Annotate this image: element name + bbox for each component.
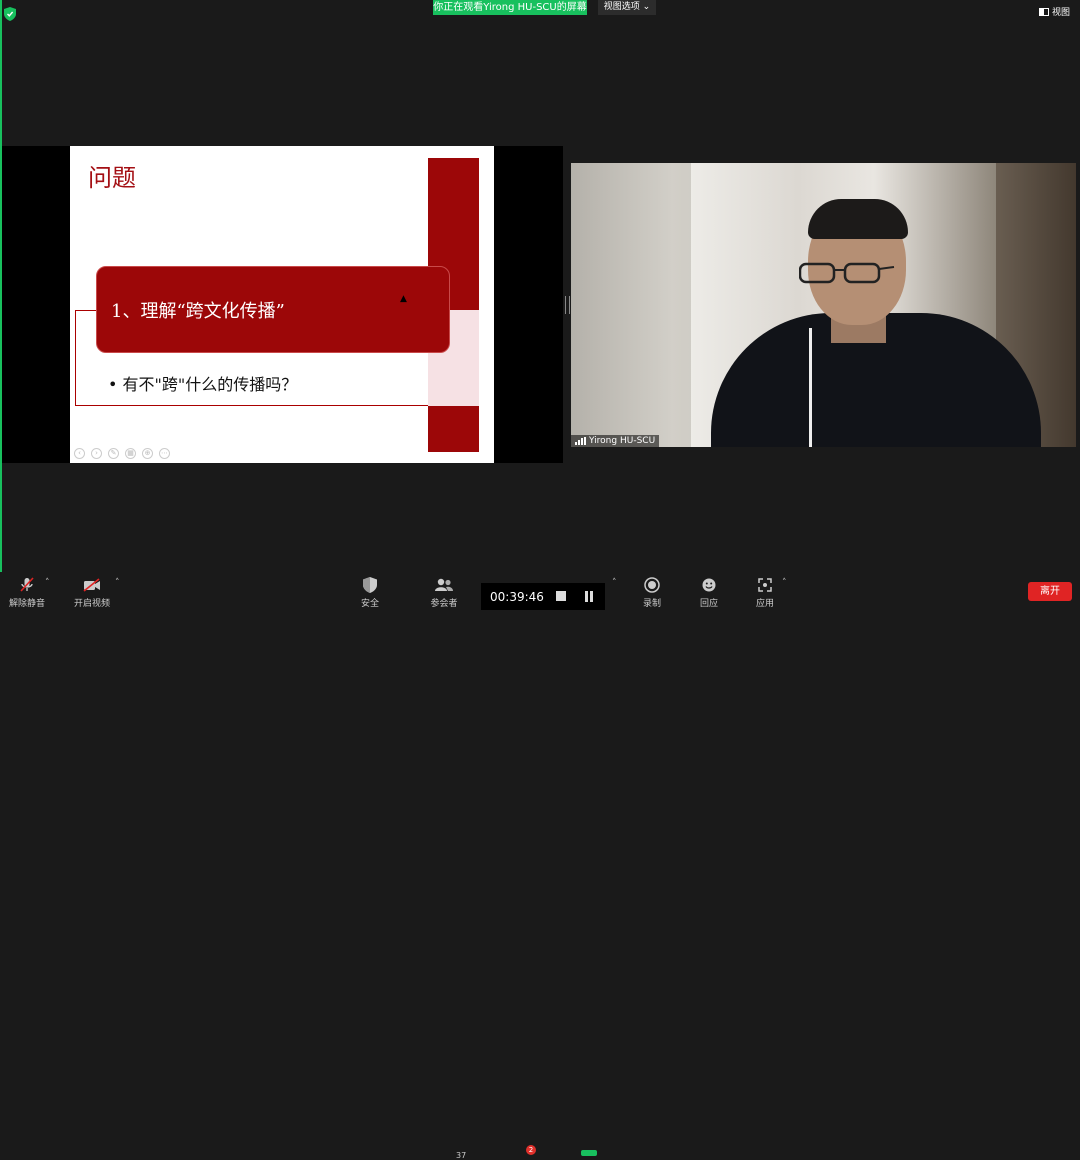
leave-button[interactable]: 离开 xyxy=(1028,582,1072,601)
video-options-caret-icon[interactable]: ˄ xyxy=(115,578,120,588)
glasses-icon xyxy=(799,262,895,284)
screen-share-banner: 你正在观看Yirong HU-SCU的屏幕 xyxy=(433,0,587,15)
participant-hair xyxy=(808,199,908,239)
view-button[interactable]: 视图 xyxy=(1038,5,1070,18)
participants-label: 参会者 xyxy=(430,599,458,609)
chat-badge: 2 xyxy=(526,1145,536,1155)
slide-bullet: • 有不"跨"什么的传播吗？ xyxy=(108,375,298,394)
more-icon[interactable]: ⋯ xyxy=(159,448,170,459)
next-slide-icon[interactable]: › xyxy=(91,448,102,459)
signal-icon xyxy=(575,437,586,445)
record-button[interactable]: 录制 xyxy=(622,576,682,609)
split-handle[interactable] xyxy=(565,296,570,314)
apps-options-caret-icon[interactable]: ˄ xyxy=(782,578,787,588)
grid-icon[interactable]: ▦ xyxy=(125,448,136,459)
emoji-icon xyxy=(702,578,716,592)
prev-slide-icon[interactable]: ‹ xyxy=(74,448,85,459)
view-button-label: 视图 xyxy=(1051,8,1070,18)
slide-nav-controls[interactable]: ‹ › ✎ ▦ ⊕ ⋯ xyxy=(74,448,170,459)
earphone-cable xyxy=(809,328,812,447)
apps-icon xyxy=(758,578,772,592)
mouse-cursor-icon: ▲ xyxy=(400,294,407,304)
participants-button[interactable]: 参会者 xyxy=(414,576,474,609)
participant-name: Yirong HU-SCU xyxy=(589,436,656,446)
video-background-blur-left xyxy=(571,163,691,447)
zoom-icon[interactable]: ⊕ xyxy=(142,448,153,459)
recording-timer: 00:39:46 xyxy=(490,589,544,604)
slide-title: 问题 xyxy=(88,164,136,192)
microphone-muted-icon xyxy=(20,577,34,592)
participants-count: 37 xyxy=(456,1151,467,1160)
participants-icon xyxy=(435,578,453,591)
audio-options-caret-icon[interactable]: ˄ xyxy=(45,578,50,588)
presentation-slide: 问题 1、理解“跨文化传播” • 有不"跨"什么的传播吗？ ▲ ‹ › ✎ ▦ … xyxy=(70,146,494,463)
camera-off-icon xyxy=(83,578,100,592)
security-button[interactable]: 安全 xyxy=(340,576,400,609)
share-options-caret-icon[interactable]: ˄ xyxy=(612,578,617,588)
reactions-button[interactable]: 回应 xyxy=(679,576,739,609)
record-icon xyxy=(644,577,660,593)
security-label: 安全 xyxy=(360,599,379,609)
view-options-menu[interactable]: 视图选项 ⌄ xyxy=(598,0,656,15)
reactions-label: 回应 xyxy=(699,599,718,609)
shared-screen[interactable]: 问题 1、理解“跨文化传播” • 有不"跨"什么的传播吗？ ▲ ‹ › ✎ ▦ … xyxy=(2,146,563,463)
stop-recording-button[interactable] xyxy=(556,591,566,601)
participant-video[interactable]: Yirong HU-SCU xyxy=(571,163,1076,447)
slide-heading-text: 1、理解“跨文化传播” xyxy=(111,300,285,322)
record-label: 录制 xyxy=(642,599,661,609)
share-screen-indicator[interactable] xyxy=(581,1150,597,1156)
apps-label: 应用 xyxy=(755,599,774,609)
pause-recording-button[interactable] xyxy=(584,591,594,602)
start-video-label: 开启视频 xyxy=(73,599,110,609)
pen-icon[interactable]: ✎ xyxy=(108,448,119,459)
layout-icon xyxy=(1038,7,1049,16)
start-video-button[interactable]: 开启视频 xyxy=(62,576,122,609)
security-shield-icon xyxy=(363,577,377,593)
shield-icon[interactable] xyxy=(4,7,16,21)
participant-name-tag: Yirong HU-SCU xyxy=(571,435,660,447)
recording-timer-bar: 00:39:46 xyxy=(481,583,605,610)
slide-heading-box: 1、理解“跨文化传播” xyxy=(96,266,450,353)
unmute-label: 解除静音 xyxy=(8,599,45,609)
